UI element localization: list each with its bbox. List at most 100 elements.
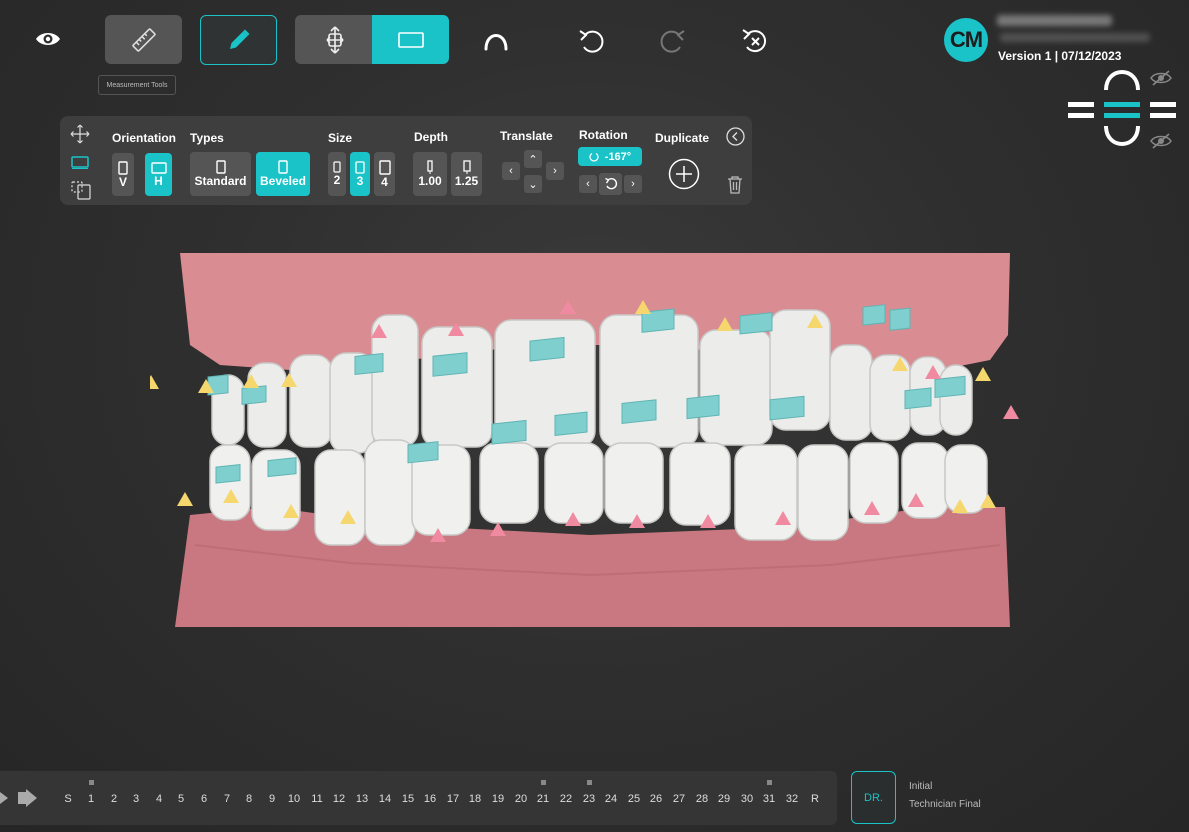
orientation-h-button[interactable]: H <box>145 153 172 196</box>
stage-29[interactable]: 29 <box>714 793 734 805</box>
type-beveled-button[interactable]: Beveled <box>256 152 310 196</box>
orientation-v-button[interactable]: V <box>112 153 134 196</box>
stage-6[interactable]: 6 <box>194 793 214 805</box>
eye-off-icon[interactable] <box>1150 70 1172 88</box>
depth-1-25-button[interactable]: 1.25 <box>451 152 482 196</box>
stage-11[interactable]: 11 <box>307 793 327 805</box>
stage-16[interactable]: 16 <box>420 793 440 805</box>
move-icon[interactable] <box>70 124 90 144</box>
single-bracket-icon[interactable] <box>71 155 89 169</box>
stage-9[interactable]: 9 <box>262 793 282 805</box>
stage-1[interactable]: 1 <box>81 793 101 805</box>
measurement-tools-button[interactable] <box>105 15 182 64</box>
stage-5[interactable]: 5 <box>171 793 191 805</box>
rotate-reset-icon <box>604 177 617 190</box>
user-name-redacted <box>997 15 1112 26</box>
stage-13[interactable]: 13 <box>352 793 372 805</box>
stage-10[interactable]: 10 <box>284 793 304 805</box>
stage-22[interactable]: 22 <box>556 793 576 805</box>
multi-bracket-icon[interactable] <box>70 181 92 201</box>
rotation-value[interactable]: -167° <box>578 147 642 166</box>
lower-gum <box>175 507 1010 627</box>
reset-icon[interactable] <box>739 24 771 56</box>
arch-icon[interactable] <box>481 26 511 54</box>
translate-right-button[interactable]: › <box>546 162 564 180</box>
attachment <box>554 411 588 436</box>
move-bracket-button[interactable] <box>295 15 375 64</box>
upper-tooth <box>829 344 873 441</box>
eye-off-icon[interactable] <box>1150 133 1172 151</box>
rectangle-tool-button[interactable] <box>372 15 449 64</box>
attachment <box>686 394 720 420</box>
triangle-marker <box>177 492 193 506</box>
orientation-label: Orientation <box>112 131 177 145</box>
collapse-panel-button[interactable] <box>726 127 745 146</box>
stage-7[interactable]: 7 <box>217 793 237 805</box>
translate-up-button[interactable]: ⌃ <box>524 150 542 168</box>
attachment <box>215 463 241 484</box>
triangle-marker <box>150 375 159 389</box>
triangle-marker <box>490 522 506 536</box>
stage-15[interactable]: 15 <box>398 793 418 805</box>
stage-32[interactable]: 32 <box>782 793 802 805</box>
stage-name-initial: Initial <box>909 781 933 792</box>
stage-3[interactable]: 3 <box>126 793 146 805</box>
plus-circle-icon <box>668 158 700 190</box>
pencil-icon <box>229 29 249 49</box>
size-4-button[interactable]: 4 <box>374 152 395 196</box>
eye-icon[interactable] <box>34 28 62 50</box>
play-icon[interactable] <box>0 788 40 808</box>
types-label: Types <box>190 131 224 145</box>
ruler-icon <box>131 27 156 52</box>
redo-icon[interactable] <box>658 24 688 56</box>
avatar[interactable]: CM <box>944 18 988 62</box>
stage-31[interactable]: 31 <box>759 793 779 805</box>
stage-r[interactable]: R <box>805 793 825 805</box>
attachment <box>889 307 911 331</box>
stage-30[interactable]: 30 <box>737 793 757 805</box>
rotate-reset-button[interactable] <box>599 173 622 195</box>
trash-icon[interactable] <box>727 175 743 194</box>
stage-17[interactable]: 17 <box>443 793 463 805</box>
dental-model-viewport[interactable] <box>150 245 1030 635</box>
stage-14[interactable]: 14 <box>375 793 395 805</box>
stage-21[interactable]: 21 <box>533 793 553 805</box>
stage-s[interactable]: S <box>58 793 78 805</box>
stage-4[interactable]: 4 <box>149 793 169 805</box>
attachment <box>904 387 932 410</box>
lower-tooth <box>944 444 988 514</box>
stage-20[interactable]: 20 <box>511 793 531 805</box>
upper-tooth <box>289 354 333 448</box>
lower-tooth <box>604 442 664 524</box>
upper-tooth <box>247 362 287 448</box>
rotate-right-button[interactable]: › <box>624 175 642 193</box>
stage-2[interactable]: 2 <box>104 793 124 805</box>
stage-18[interactable]: 18 <box>465 793 485 805</box>
duplicate-add-button[interactable] <box>668 158 700 190</box>
rotate-left-button[interactable]: ‹ <box>579 175 597 193</box>
rectangle-icon <box>397 31 424 48</box>
translate-down-button[interactable]: ⌄ <box>524 175 542 193</box>
attachment <box>267 457 297 478</box>
lower-tooth <box>544 442 604 524</box>
size-3-button[interactable]: 3 <box>350 152 370 196</box>
stage-26[interactable]: 26 <box>646 793 666 805</box>
depth-1-00-button[interactable]: 1.00 <box>413 152 447 196</box>
size-2-button[interactable]: 2 <box>328 152 346 196</box>
dr-button[interactable]: DR. <box>851 771 896 824</box>
attachment <box>529 336 565 362</box>
lower-tooth <box>797 444 849 541</box>
undo-icon[interactable] <box>576 24 606 56</box>
edit-button[interactable] <box>200 15 277 65</box>
stage-25[interactable]: 25 <box>624 793 644 805</box>
stage-27[interactable]: 27 <box>669 793 689 805</box>
translate-left-button[interactable]: ‹ <box>502 162 520 180</box>
stage-12[interactable]: 12 <box>329 793 349 805</box>
size-label: Size <box>328 131 353 145</box>
type-standard-button[interactable]: Standard <box>190 152 251 196</box>
stage-28[interactable]: 28 <box>692 793 712 805</box>
stage-8[interactable]: 8 <box>239 793 259 805</box>
stage-24[interactable]: 24 <box>601 793 621 805</box>
stage-23[interactable]: 23 <box>579 793 599 805</box>
stage-19[interactable]: 19 <box>488 793 508 805</box>
